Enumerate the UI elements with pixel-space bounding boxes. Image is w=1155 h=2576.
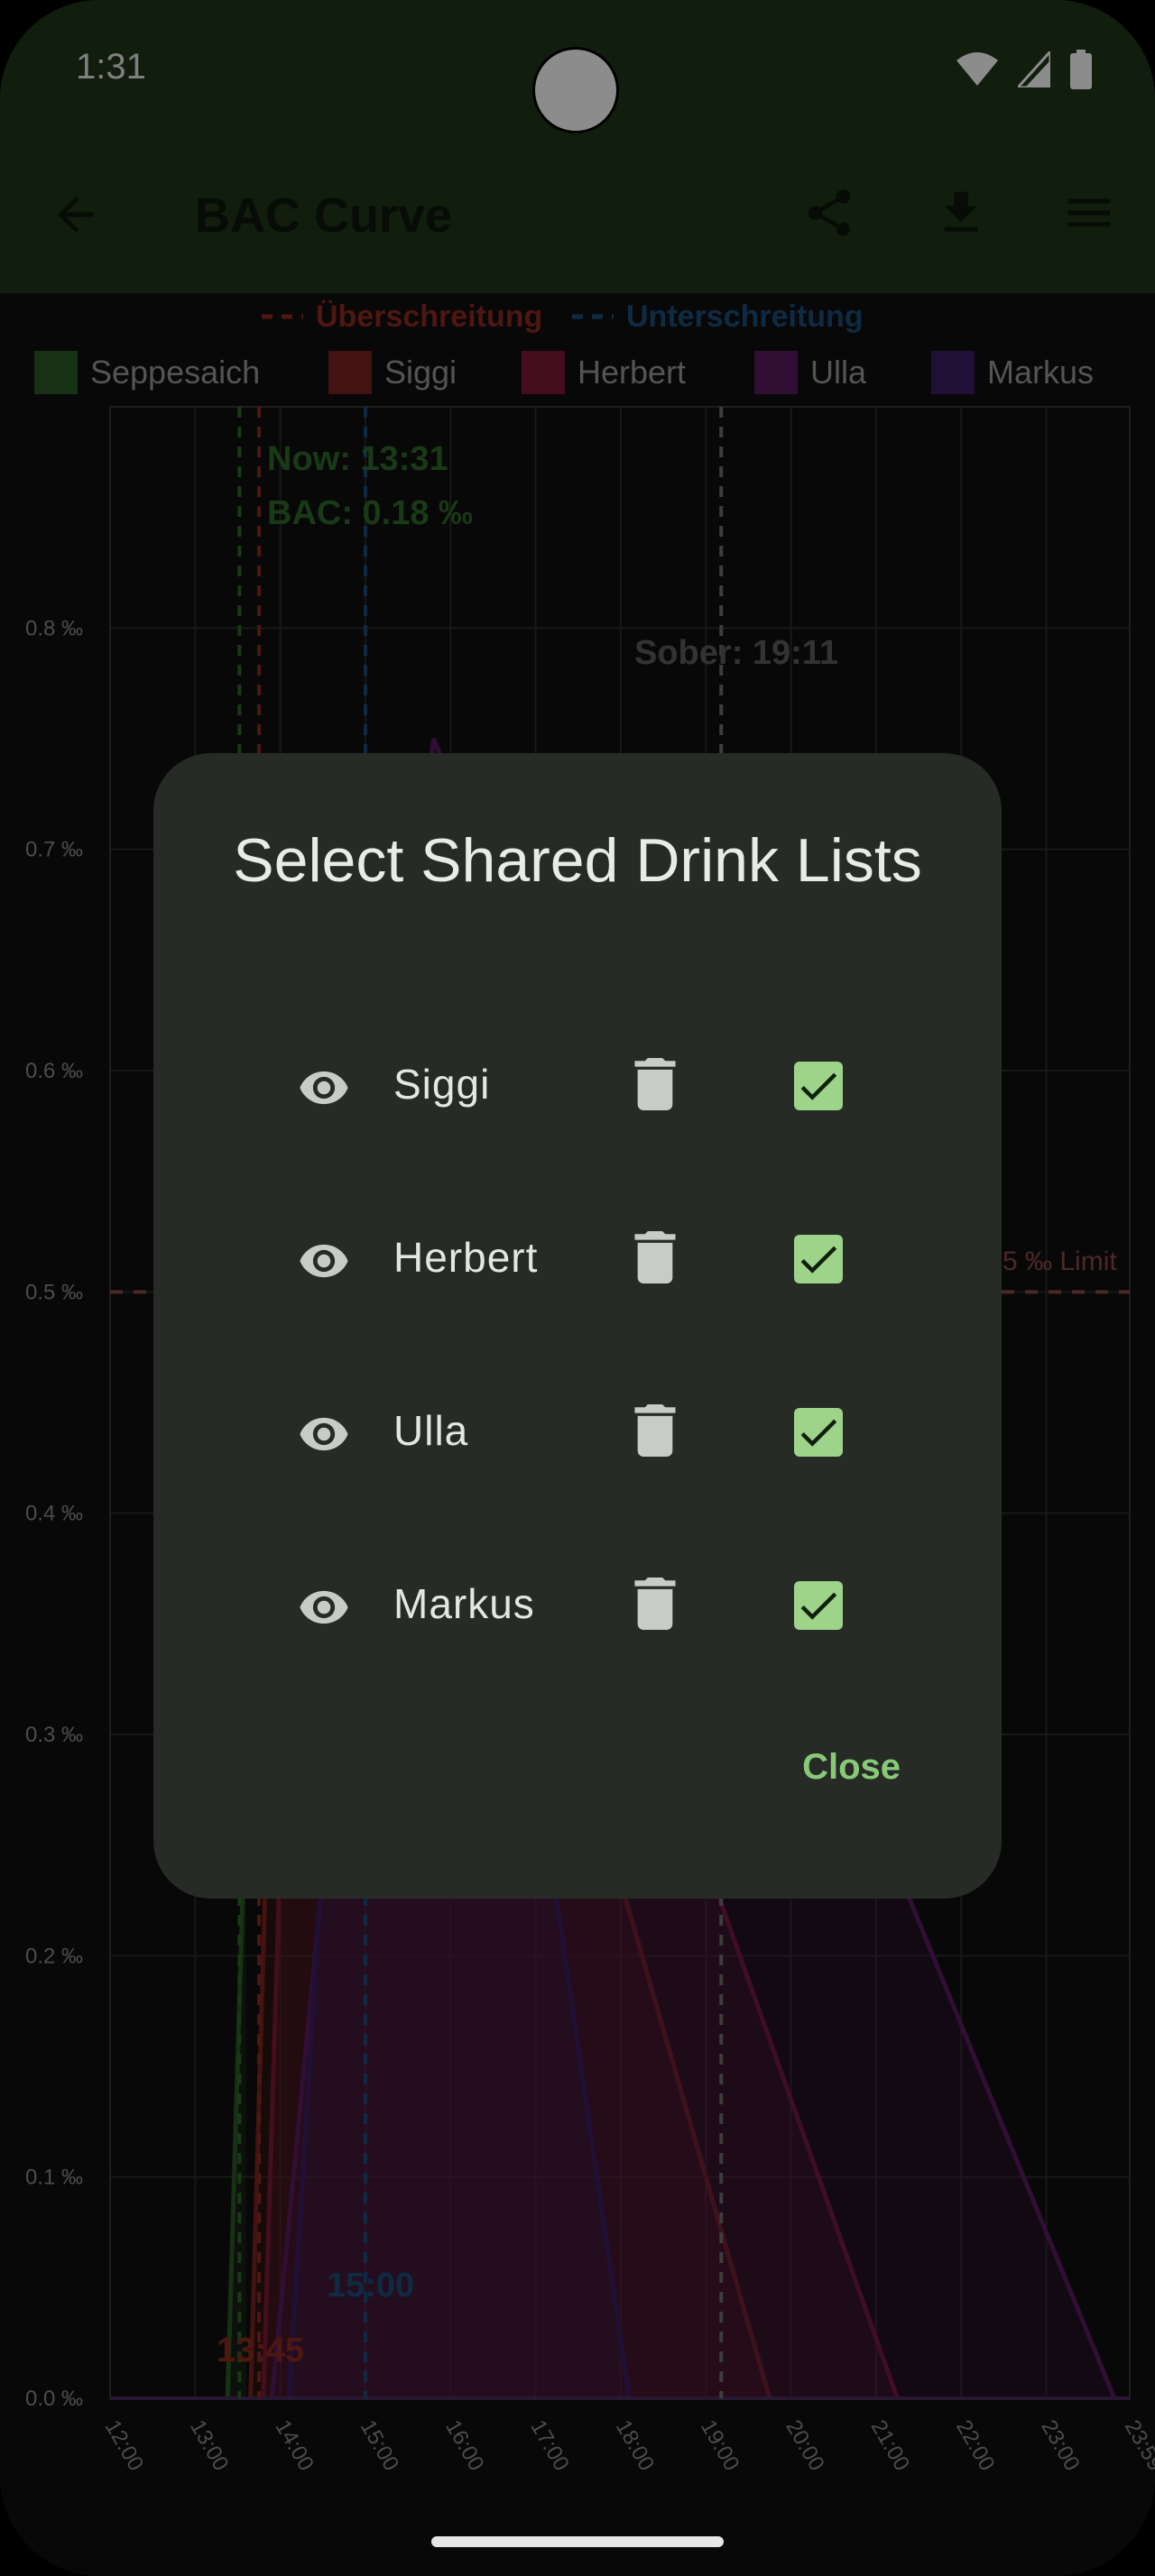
select-checkbox[interactable]: [794, 1235, 843, 1283]
legend-swatch: [931, 351, 975, 394]
check-icon: [800, 1419, 837, 1447]
legend-swatch: [328, 351, 372, 394]
trash-icon[interactable]: [634, 1404, 676, 1457]
legend-label: Herbert: [578, 354, 686, 391]
y-tick-label: 0.3 ‰: [25, 1723, 83, 1747]
y-tick-label: 0.8 ‰: [25, 616, 83, 640]
eye-icon[interactable]: [298, 1581, 350, 1633]
x-tick-label: 17:00: [525, 2416, 573, 2476]
signal-icon: [1018, 51, 1050, 87]
page-title: BAC Curve: [195, 189, 453, 243]
status-time: 1:31: [76, 47, 146, 87]
camera-cutout: [532, 47, 619, 133]
sober-label: Sober: 19:11: [634, 634, 838, 672]
under-legend-label: Unterschreitung: [626, 299, 864, 334]
legend-swatch: [754, 351, 798, 394]
y-tick-label: 0.4 ‰: [25, 1502, 83, 1526]
check-icon: [800, 1592, 837, 1620]
trash-icon[interactable]: [634, 1578, 676, 1630]
chart-top-legend: Überschreitung Unterschreitung: [262, 299, 864, 334]
exceed-legend-label: Überschreitung: [316, 299, 542, 334]
status-bar: 1:31: [0, 0, 1155, 135]
dialog-title: Select Shared Drink Lists: [233, 826, 922, 895]
now-label: Now: 13:31: [267, 440, 448, 478]
legend-label: Markus: [987, 354, 1094, 391]
close-button[interactable]: Close: [802, 1747, 901, 1788]
list-name: Herbert: [393, 1234, 539, 1281]
list-item: Siggi: [153, 1033, 1002, 1141]
app-bar: [0, 135, 1155, 293]
y-tick-label: 0.6 ‰: [25, 1059, 83, 1083]
x-tick-label: 23:59: [1120, 2416, 1155, 2476]
eye-icon[interactable]: [298, 1235, 350, 1287]
trash-icon[interactable]: [634, 1058, 676, 1110]
under-time-label: 15:00: [327, 2267, 414, 2305]
list-name: Siggi: [393, 1061, 491, 1108]
x-tick-label: 18:00: [611, 2416, 659, 2476]
select-checkbox[interactable]: [794, 1062, 843, 1110]
download-icon[interactable]: [933, 185, 989, 241]
wifi-icon: [956, 52, 998, 86]
list-name: Markus: [393, 1580, 535, 1627]
menu-icon[interactable]: [1061, 185, 1117, 241]
legend-label: Seppesaich: [90, 354, 260, 391]
list-item: Ulla: [153, 1379, 1002, 1487]
x-tick-label: 21:00: [866, 2416, 914, 2476]
y-tick-label: 0.0 ‰: [25, 2387, 83, 2411]
gesture-nav-bar[interactable]: [431, 2536, 724, 2547]
list-item: Herbert: [153, 1206, 1002, 1314]
x-tick-label: 15:00: [356, 2416, 403, 2476]
check-icon: [800, 1246, 837, 1274]
x-tick-label: 20:00: [781, 2416, 828, 2476]
legend-label: Siggi: [384, 354, 457, 391]
legend-swatch: [522, 351, 565, 394]
list-name: Ulla: [393, 1407, 469, 1454]
y-tick-label: 0.5 ‰: [25, 1280, 83, 1304]
phone-screen: 1:31 BAC Curve Überschreitung Unterschre…: [0, 0, 1155, 2576]
eye-icon[interactable]: [298, 1408, 350, 1460]
battery-icon: [1070, 50, 1092, 89]
y-axis-ticks: 0.0 ‰ 0.1 ‰ 0.2 ‰ 0.3 ‰ 0.4 ‰ 0.5 ‰ 0.6 ‰ 0.7 ‰…: [25, 616, 83, 2411]
select-checkbox[interactable]: [794, 1408, 843, 1457]
back-arrow-icon[interactable]: [49, 188, 103, 242]
y-tick-label: 0.2 ‰: [25, 1944, 83, 1968]
eye-icon[interactable]: [298, 1062, 350, 1114]
x-tick-label: 13:00: [185, 2416, 233, 2476]
exceed-time-label: 13:45: [217, 2332, 304, 2369]
legend-label: Ulla: [810, 354, 867, 391]
chart-series-legend: Seppesaich Siggi Herbert Ulla Markus: [34, 351, 1094, 394]
y-tick-label: 0.7 ‰: [25, 838, 83, 862]
x-tick-label: 14:00: [270, 2416, 318, 2476]
y-tick-label: 0.1 ‰: [25, 2166, 83, 2190]
shared-lists-dialog: Select Shared Drink Lists Siggi Herbert …: [153, 753, 1002, 1899]
x-tick-label: 12:00: [100, 2416, 148, 2476]
x-axis-ticks: 12:00 13:00 14:00 15:00 16:00 17:00 18:00 19:00…: [100, 2416, 1155, 2476]
x-tick-label: 22:00: [951, 2416, 999, 2476]
select-checkbox[interactable]: [794, 1581, 843, 1630]
status-icons: [956, 47, 1092, 92]
legend-swatch: [34, 351, 78, 394]
bac-label: BAC: 0.18 ‰: [267, 494, 473, 532]
x-tick-label: 19:00: [696, 2416, 744, 2476]
x-tick-label: 16:00: [440, 2416, 488, 2476]
list-item: Markus: [153, 1552, 1002, 1661]
trash-icon[interactable]: [634, 1231, 676, 1283]
x-tick-label: 23:00: [1036, 2416, 1084, 2476]
share-icon[interactable]: [801, 185, 857, 241]
check-icon: [800, 1072, 837, 1100]
